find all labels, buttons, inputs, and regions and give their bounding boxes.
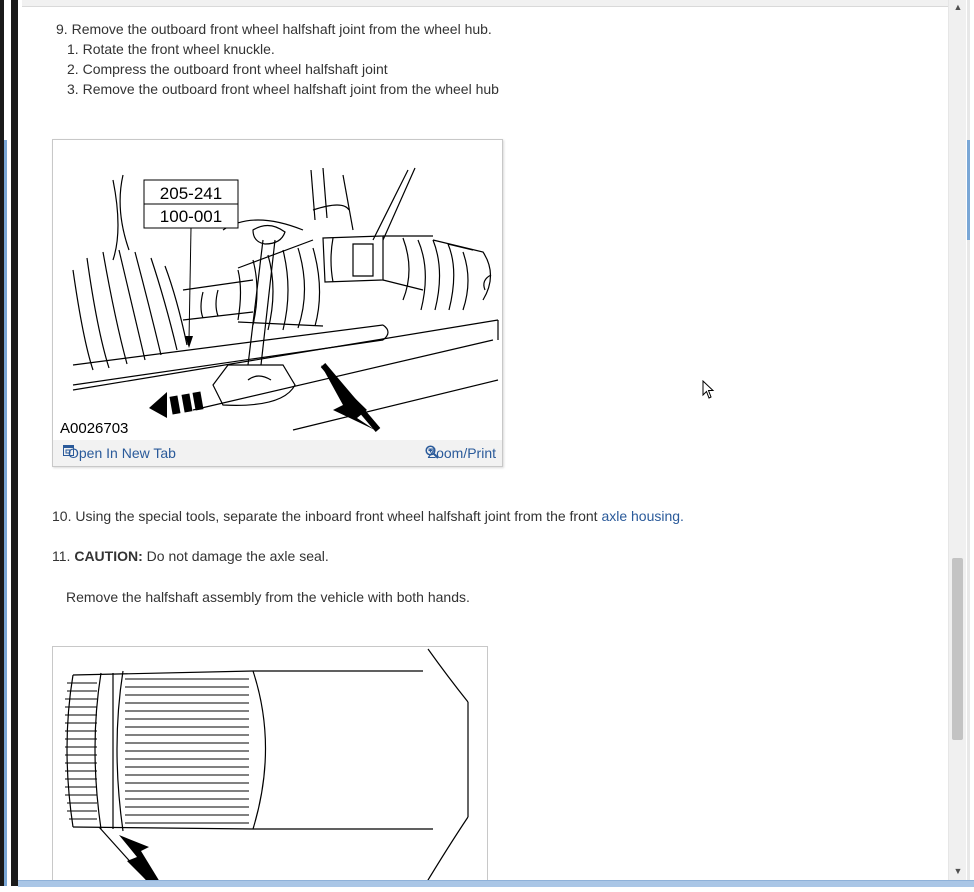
scroll-up-icon[interactable]: ▲ [949, 0, 967, 14]
open-in-new-tab-label: Open In New Tab [68, 445, 176, 461]
mouse-cursor-icon [702, 379, 716, 405]
substep-9-3: 3. Remove the outboard front wheel halfs… [67, 80, 499, 98]
tool-number-1: 205-241 [160, 184, 222, 203]
open-in-new-tab-button[interactable]: Open In New Tab [63, 445, 176, 461]
step-9: 9. Remove the outboard front wheel halfs… [56, 20, 492, 38]
substep-9-1: 1. Rotate the front wheel knuckle. [67, 40, 275, 58]
halfshaft-illustration: 205-241 100-001 A0026703 [60, 167, 499, 437]
substep-9-2: 2. Compress the outboard front wheel hal… [67, 60, 388, 78]
scrollbar-thumb[interactable] [952, 558, 963, 740]
step-number: 11. [52, 548, 71, 564]
caution-text: Do not damage the axle seal. [146, 548, 329, 564]
substep-text: Remove the outboard front wheel halfshaf… [82, 81, 499, 97]
window-right-border [966, 0, 974, 886]
figure-toolbar: Open In New Tab Zoom/Print [53, 440, 502, 466]
step-text: Using the special tools, separate the in… [75, 508, 598, 524]
substep-number: 2. [67, 61, 79, 77]
image-id: A0026703 [60, 420, 128, 437]
substep-number: 3. [67, 81, 79, 97]
caution-label: CAUTION: [74, 548, 143, 564]
substep-text: Compress the outboard front wheel halfsh… [82, 61, 388, 77]
scroll-down-icon[interactable]: ▼ [949, 864, 967, 878]
step-text: Remove the outboard front wheel halfshaf… [71, 21, 492, 37]
axle-housing-link[interactable]: axle housing. [601, 508, 684, 524]
spline-illustration [65, 648, 469, 888]
step-10: 10. Using the special tools, separate th… [52, 507, 684, 525]
vertical-scrollbar[interactable]: ▲ ▼ [948, 0, 967, 880]
figure-halfshaft-splines[interactable] [52, 646, 488, 888]
tool-number-2: 100-001 [160, 207, 222, 226]
figure-halfshaft-removal[interactable]: 205-241 100-001 A0026703 Open In New Tab… [52, 139, 503, 467]
top-edge [22, 0, 948, 7]
step-number: 10. [52, 508, 72, 524]
step-number: 9. [56, 21, 68, 37]
substep-text: Rotate the front wheel knuckle. [82, 41, 275, 57]
step-11-instruction: Remove the halfshaft assembly from the v… [66, 589, 470, 605]
zoom-print-button[interactable]: Zoom/Print [424, 445, 496, 461]
window-left-border [0, 0, 20, 886]
step-11: 11. CAUTION: Do not damage the axle seal… [52, 547, 329, 565]
substep-number: 1. [67, 41, 79, 57]
